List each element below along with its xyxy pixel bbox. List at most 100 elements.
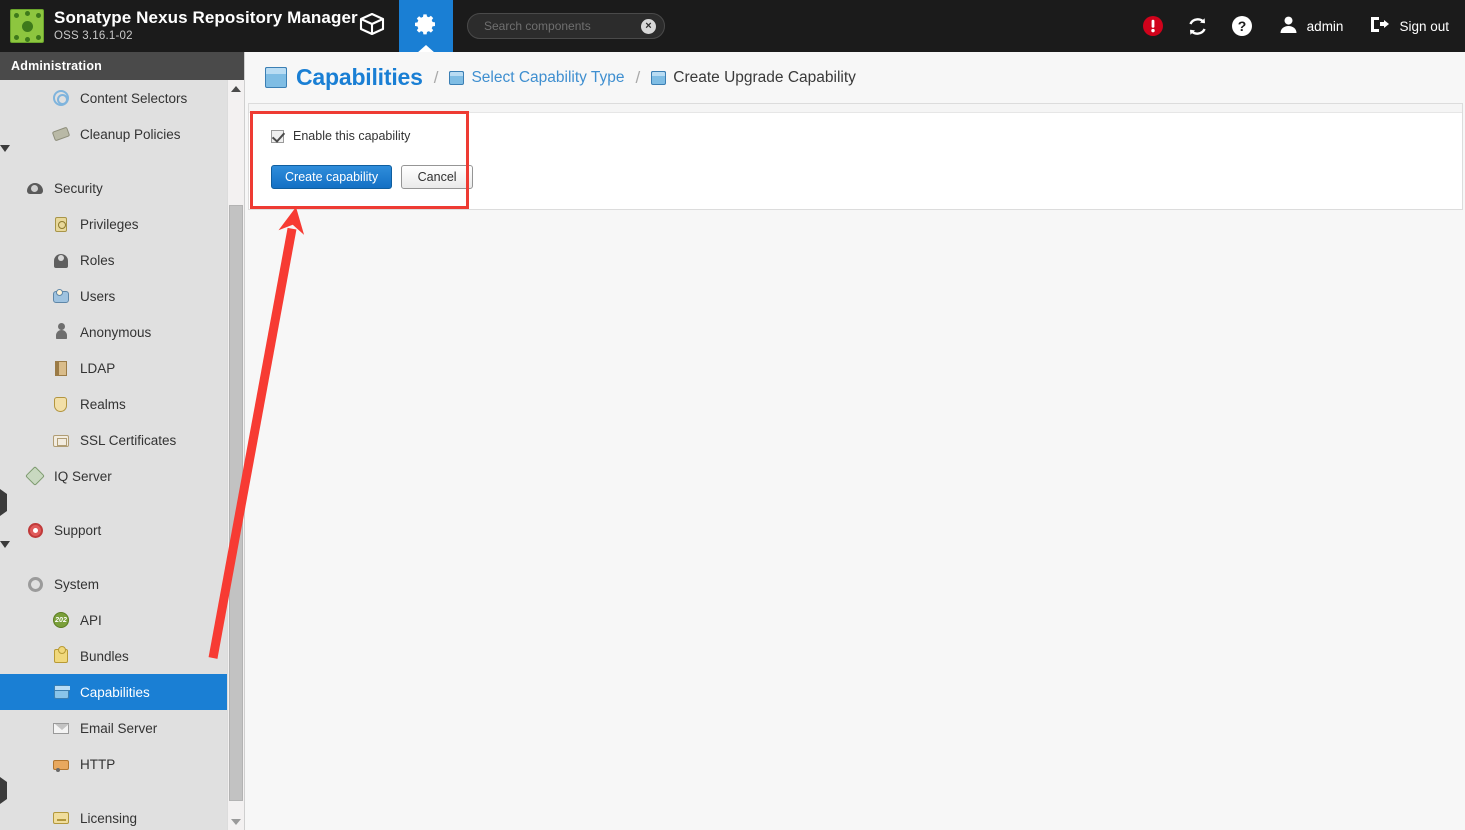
licensing-icon: [52, 809, 70, 827]
anonymous-icon: [52, 323, 70, 341]
breadcrumb-separator: /: [635, 67, 641, 87]
form-button-row: Create capability Cancel: [271, 165, 1440, 189]
brand-version: OSS 3.16.1-02: [54, 30, 133, 43]
sidebar-scrollbar[interactable]: [227, 80, 244, 830]
breadcrumb-item-select-capability-type[interactable]: Select Capability Type: [449, 69, 625, 87]
sidebar-item-system[interactable]: System: [0, 566, 228, 602]
gear-icon: [414, 12, 438, 41]
roles-icon: [52, 251, 70, 269]
sidebar-item-label: LDAP: [80, 360, 116, 376]
scrollbar-thumb[interactable]: [229, 205, 243, 801]
sidebar-item-label: SSL Certificates: [80, 432, 177, 448]
capabilities-icon: [52, 683, 70, 701]
sidebar-item-licensing[interactable]: Licensing: [0, 800, 228, 830]
cleanup-policies-icon: [51, 125, 71, 143]
breadcrumb-root[interactable]: Capabilities: [265, 64, 423, 91]
cube-icon: [265, 67, 287, 88]
bundles-icon: [52, 646, 70, 665]
create-capability-button[interactable]: Create capability: [271, 165, 393, 189]
sign-out-icon: [1369, 15, 1390, 37]
scroll-up-arrow-icon[interactable]: [228, 80, 244, 97]
brand-block: Sonatype Nexus Repository Manager OSS 3.…: [0, 0, 358, 52]
sidebar-item-content-selectors[interactable]: Content Selectors: [0, 80, 228, 116]
user-menu[interactable]: admin: [1279, 15, 1343, 37]
sidebar-item-label: API: [80, 612, 102, 628]
cube-icon: [651, 70, 667, 85]
panel-top-strip: [249, 104, 1462, 113]
sign-out-label: Sign out: [1399, 18, 1449, 34]
breadcrumb: Capabilities / Select Capability Type / …: [246, 52, 1465, 103]
realms-icon: [52, 395, 70, 413]
user-icon: [1279, 15, 1298, 37]
breadcrumb-link-label[interactable]: Select Capability Type: [471, 69, 624, 87]
privileges-icon: [52, 215, 70, 233]
breadcrumb-separator: /: [433, 67, 439, 87]
iq-server-icon: [25, 466, 45, 486]
sidebar-item-email-server[interactable]: Email Server: [0, 710, 228, 746]
sidebar-item-http[interactable]: HTTP: [0, 746, 228, 782]
cube-icon: [359, 12, 385, 41]
http-icon: [52, 755, 70, 773]
sidebar-item-label: Content Selectors: [80, 90, 188, 106]
sidebar-item-users[interactable]: Users: [0, 278, 228, 314]
sidebar-item-ssl-certificates[interactable]: SSL Certificates: [0, 422, 228, 458]
sidebar-item-label: Privileges: [80, 216, 139, 232]
cancel-button[interactable]: Cancel: [401, 165, 474, 189]
security-icon: [26, 179, 44, 197]
sidebar-item-anonymous[interactable]: Anonymous: [0, 314, 228, 350]
sidebar-item-label: Roles: [80, 252, 115, 268]
support-icon: [26, 521, 44, 539]
help-circle-icon[interactable]: ?: [1231, 15, 1253, 37]
header-right-group: ? admin Sign out: [1120, 0, 1465, 52]
admin-sidebar: Administration Content Selectors Cleanup …: [0, 52, 245, 830]
sidebar-item-security[interactable]: Security: [0, 170, 228, 206]
tab-administration[interactable]: [399, 0, 453, 52]
sidebar-item-capabilities[interactable]: Capabilities: [0, 674, 228, 710]
sidebar-item-label: Users: [80, 288, 116, 304]
sidebar-item-ldap[interactable]: LDAP: [0, 350, 228, 386]
chevron-down-icon[interactable]: [0, 541, 10, 565]
api-icon: 202: [52, 611, 70, 629]
search-components-box[interactable]: ×: [467, 13, 665, 39]
sidebar-item-label: Cleanup Policies: [80, 126, 181, 142]
search-input[interactable]: [482, 18, 641, 34]
enable-capability-label: Enable this capability: [293, 129, 411, 143]
app-root: Sonatype Nexus Repository Manager OSS 3.…: [0, 0, 1465, 830]
sidebar-item-support[interactable]: Support: [0, 512, 228, 548]
system-icon: [26, 575, 44, 593]
content-selectors-icon: [52, 89, 70, 107]
main-content: Capabilities / Select Capability Type / …: [246, 52, 1465, 830]
enable-capability-checkbox[interactable]: [271, 129, 284, 143]
sign-out-button[interactable]: Sign out: [1369, 15, 1449, 37]
chevron-right-icon[interactable]: [0, 489, 7, 516]
sidebar-item-label: Email Server: [80, 720, 158, 736]
sidebar-item-label: Licensing: [80, 810, 138, 826]
sidebar-item-label: Realms: [80, 396, 126, 412]
sidebar-item-api[interactable]: 202 API: [0, 602, 228, 638]
refresh-icon[interactable]: [1186, 15, 1209, 38]
scroll-down-arrow-icon[interactable]: [228, 813, 244, 830]
sidebar-item-iq-server[interactable]: IQ Server: [0, 458, 228, 494]
users-icon: [52, 287, 70, 305]
sidebar-item-privileges[interactable]: Privileges: [0, 206, 228, 242]
svg-text:?: ?: [1237, 18, 1246, 34]
chevron-right-icon[interactable]: [0, 777, 7, 804]
sidebar-item-label: Anonymous: [80, 324, 152, 340]
create-capability-panel: Enable this capability Create capability…: [248, 103, 1463, 210]
sidebar-item-cleanup-policies[interactable]: Cleanup Policies: [0, 116, 228, 152]
cube-icon: [449, 70, 465, 85]
tab-browse[interactable]: [345, 0, 399, 52]
sidebar-title: Administration: [0, 52, 244, 80]
sidebar-item-bundles[interactable]: Bundles: [0, 638, 228, 674]
sidebar-item-label: Bundles: [80, 648, 129, 664]
chevron-down-icon[interactable]: [0, 145, 10, 169]
clear-circle-icon[interactable]: ×: [641, 18, 656, 34]
sidebar-item-label: Support: [54, 522, 102, 538]
alert-circle-icon[interactable]: [1142, 15, 1164, 37]
ssl-certificates-icon: [52, 431, 70, 449]
sidebar-item-roles[interactable]: Roles: [0, 242, 228, 278]
ldap-icon: [52, 359, 70, 377]
sidebar-item-realms[interactable]: Realms: [0, 386, 228, 422]
sidebar-nav-list: Content Selectors Cleanup Policies Securit…: [0, 80, 228, 830]
enable-capability-row[interactable]: Enable this capability: [271, 129, 1440, 143]
